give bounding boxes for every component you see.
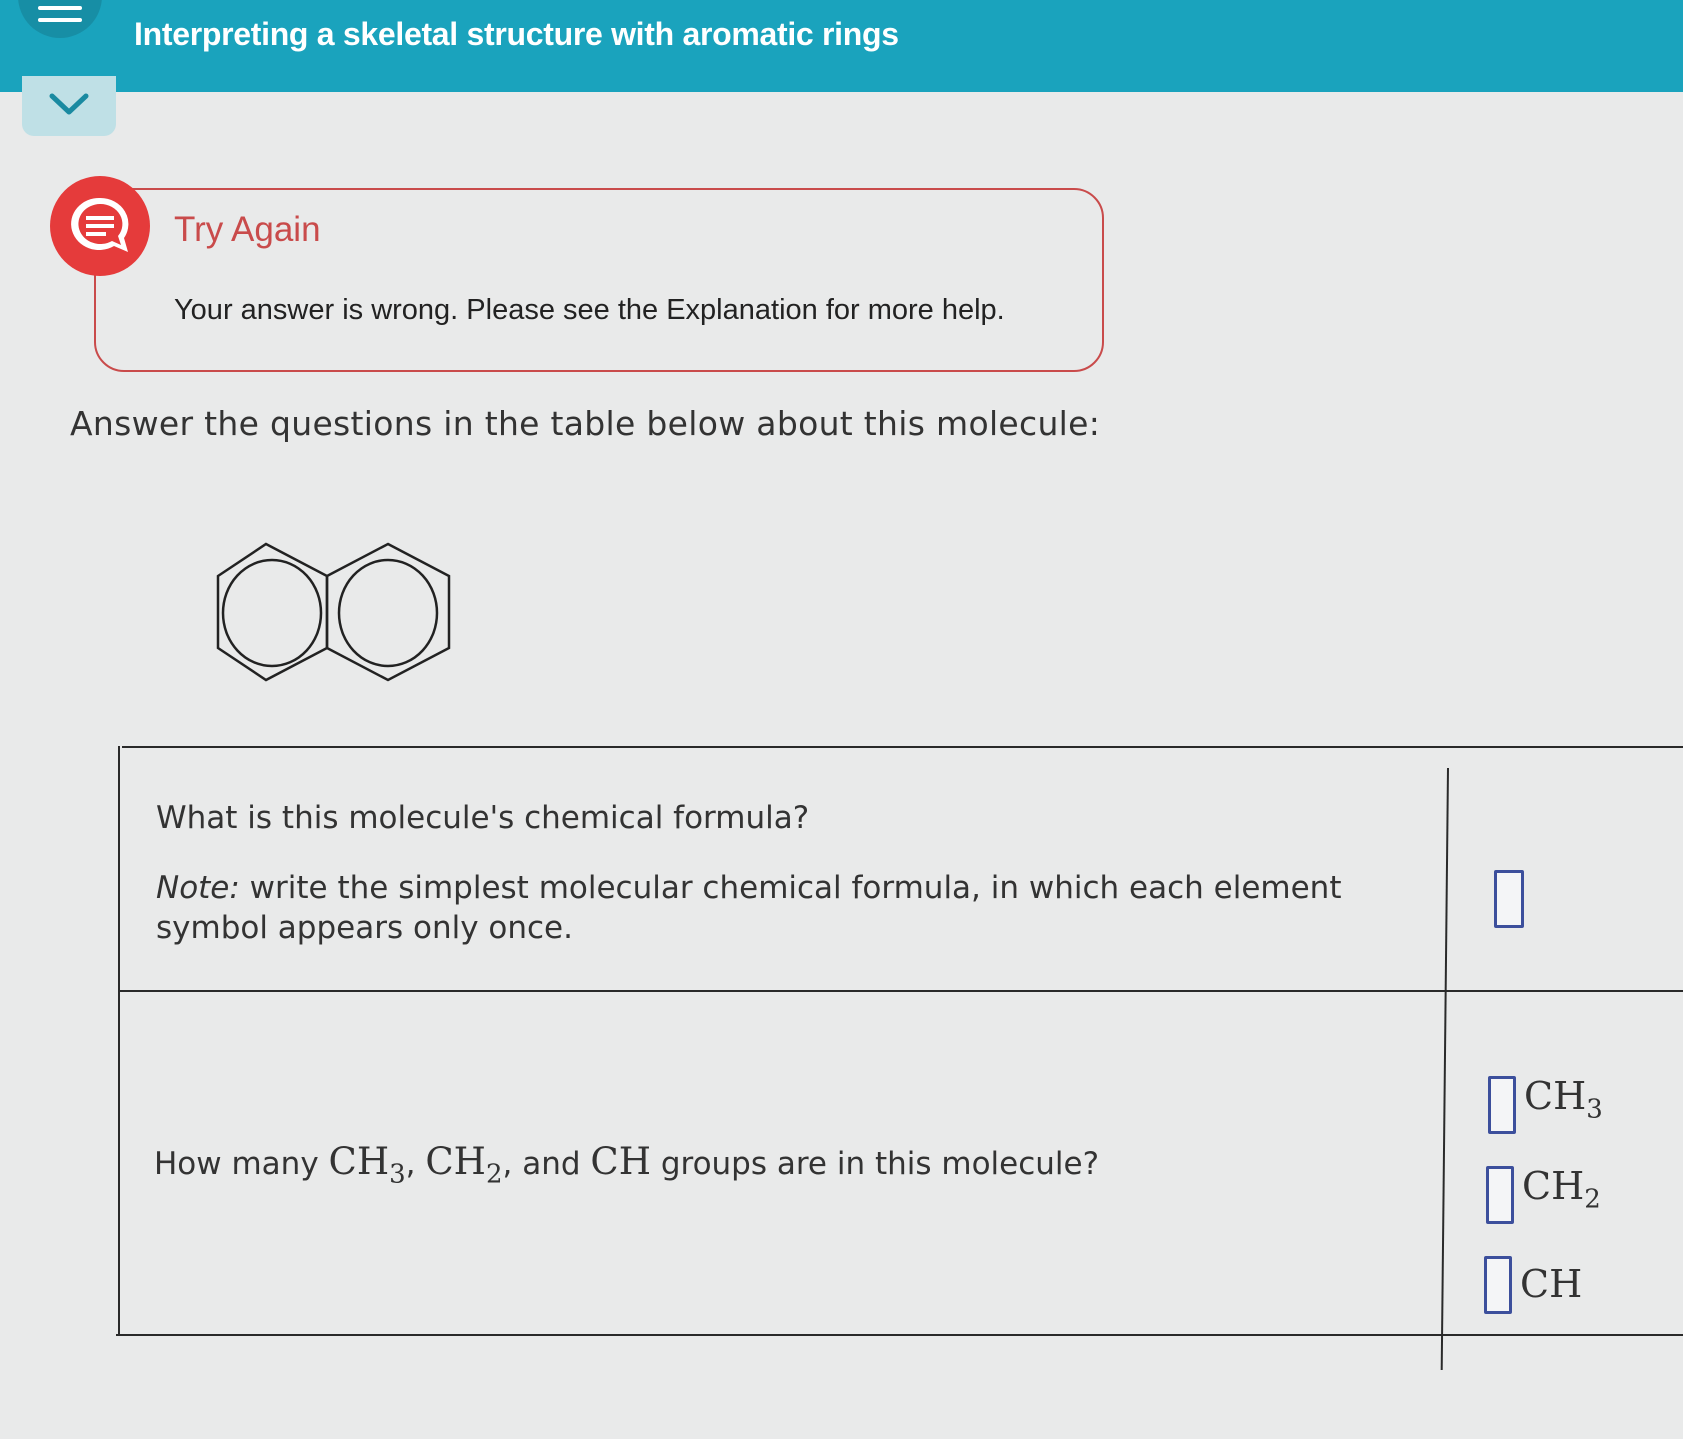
speech-bubble-icon — [71, 197, 129, 252]
q2-ch2-sub: 2 — [485, 1159, 503, 1190]
note-label: Note: — [156, 870, 240, 906]
hamburger-icon — [38, 6, 82, 10]
molecule-structure — [216, 542, 451, 682]
ch2-count-input[interactable] — [1486, 1166, 1514, 1224]
q2-group-ch3: CH3 — [328, 1140, 406, 1189]
ch3-label-text: CH — [1524, 1074, 1587, 1118]
ch3-count-input[interactable] — [1488, 1076, 1516, 1134]
formula-input[interactable] — [1494, 870, 1524, 928]
q2-group-ch: CH — [590, 1140, 651, 1183]
page-title: Interpreting a skeletal structure with a… — [134, 16, 899, 52]
q2-ch2-text: CH — [425, 1140, 486, 1183]
instruction-text: Answer the questions in the table below … — [70, 404, 1101, 443]
aromatic-circle-left — [221, 558, 323, 668]
table-border-bottom — [116, 1334, 1683, 1336]
header-bar: Interpreting a skeletal structure with a… — [0, 0, 1683, 92]
feedback-badge — [50, 176, 150, 276]
feedback-title: Try Again — [174, 210, 321, 249]
table-row-divider — [120, 990, 1683, 992]
table-border-left — [118, 746, 120, 1336]
q2-ch3-sub: 3 — [389, 1159, 406, 1190]
q2-suffix: groups are in this molecule? — [650, 1146, 1100, 1182]
ch-label: CH — [1520, 1262, 1583, 1306]
ch2-label-text: CH — [1522, 1164, 1585, 1208]
note-text: write the simplest molecular chemical fo… — [156, 870, 1342, 946]
q2-ch3-text: CH — [328, 1140, 390, 1183]
menu-button[interactable] — [18, 0, 102, 38]
formula-note: Note: write the simplest molecular chemi… — [156, 868, 1356, 948]
collapse-button[interactable] — [22, 76, 116, 136]
question-group-count: How many CH3, CH2, and CH groups are in … — [154, 1140, 1099, 1189]
q2-group-ch2: CH2 — [425, 1140, 502, 1189]
aromatic-circle-right — [337, 558, 439, 668]
ch3-label: CH3 — [1524, 1074, 1603, 1125]
ch2-label-sub: 2 — [1584, 1184, 1601, 1215]
ch-count-input[interactable] — [1484, 1256, 1512, 1314]
feedback-message: Your answer is wrong. Please see the Exp… — [174, 294, 1005, 326]
q2-prefix: How many — [154, 1146, 329, 1182]
ch3-label-sub: 3 — [1586, 1094, 1603, 1125]
aromatic-ring-right — [325, 542, 451, 682]
hamburger-icon-bar — [38, 18, 82, 22]
question-formula: What is this molecule's chemical formula… — [156, 800, 810, 836]
q2-sep1: , — [405, 1146, 426, 1182]
table-column-divider — [1440, 768, 1449, 1370]
ch2-label: CH2 — [1522, 1164, 1601, 1215]
table-border-top — [122, 746, 1683, 748]
aromatic-ring-left — [216, 542, 329, 682]
chevron-down-icon — [49, 93, 89, 115]
q2-sep2: , and — [502, 1146, 591, 1182]
